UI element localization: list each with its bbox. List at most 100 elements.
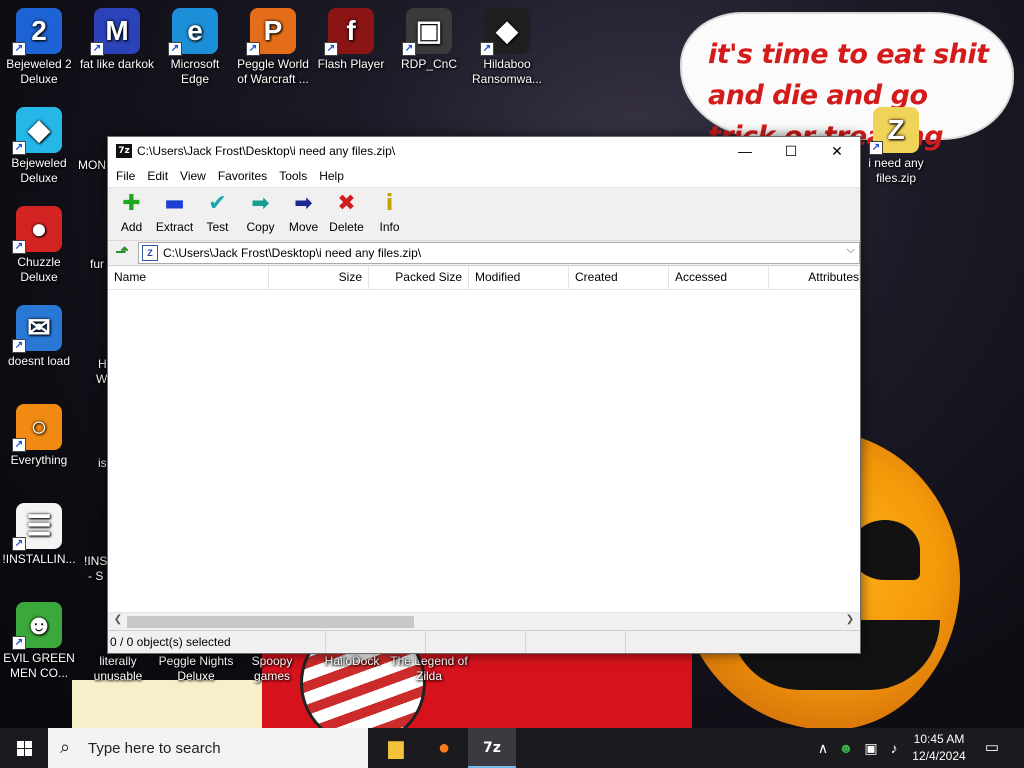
address-bar: ⬏ Z C:\Users\Jack Frost\Desktop\i need a… xyxy=(108,240,860,265)
desktop-icon-fat-like-darkok[interactable]: M ↗ fat like darkok xyxy=(79,8,155,72)
menu-file[interactable]: File xyxy=(110,169,141,183)
start-button[interactable] xyxy=(0,728,48,768)
move-button[interactable]: ➡ Move xyxy=(282,188,325,235)
desktop-icon-hildaboo-ransomwa[interactable]: ◆ ↗ Hildaboo Ransomwa... xyxy=(469,8,545,87)
add-icon: ✚ xyxy=(122,191,141,216)
status-bar: 0 / 0 object(s) selected xyxy=(108,630,860,653)
test-icon: ✔ xyxy=(208,191,227,216)
show-hidden-icons-button[interactable]: ∧ xyxy=(814,728,832,768)
clock-time: 10:45 AM xyxy=(913,732,965,746)
minimize-button[interactable]: — xyxy=(722,137,768,165)
menu-view[interactable]: View xyxy=(174,169,212,183)
scrollbar-thumb[interactable] xyxy=(127,616,414,628)
column-accessed[interactable]: Accessed xyxy=(669,266,769,289)
column-size[interactable]: Size xyxy=(269,266,369,289)
address-text: C:\Users\Jack Frost\Desktop\i need any f… xyxy=(163,246,422,260)
move-label: Move xyxy=(288,220,319,234)
7zip-icon[interactable]: 7z xyxy=(468,728,516,768)
clock[interactable]: 10:45 AM 12/4/2024 xyxy=(904,731,974,765)
menu-edit[interactable]: Edit xyxy=(141,169,174,183)
app-icon: ▣ ↗ xyxy=(402,8,452,56)
delete-icon: ✖ xyxy=(337,191,356,216)
desktop-icon-label: Flash Player xyxy=(317,57,385,71)
desktop-icon-label: doesnt load xyxy=(7,354,71,368)
desktop-icon-peggle-nights[interactable]: Peggle Nights Deluxe xyxy=(156,654,236,684)
status-cell-2 xyxy=(326,631,426,653)
app-icon: M ↗ xyxy=(90,8,140,56)
desktop-icon-label: Bejeweled 2 Deluxe xyxy=(6,57,72,86)
column-created[interactable]: Created xyxy=(569,266,669,289)
desktop-icon-hallodock[interactable]: HalloDock xyxy=(314,654,390,669)
shortcut-arrow-icon: ↗ xyxy=(168,42,182,56)
title-bar[interactable]: 7z C:\Users\Jack Frost\Desktop\i need an… xyxy=(108,137,860,165)
info-button[interactable]: i Info xyxy=(368,188,411,235)
scroll-left-icon[interactable]: ❮ xyxy=(110,614,126,625)
column-packed-size[interactable]: Packed Size xyxy=(369,266,469,289)
extract-button[interactable]: ▬ Extract xyxy=(153,188,196,235)
copy-button[interactable]: ➡ Copy xyxy=(239,188,282,235)
windows-logo-icon xyxy=(17,741,24,748)
desktop-icon-installin[interactable]: ☰ ↗ !INSTALLIN... xyxy=(1,503,77,567)
desktop-icon-microsoft-edge[interactable]: e ↗ Microsoft Edge xyxy=(157,8,233,87)
desktop-icon-i-need-any-files-zip[interactable]: Z ↗ i need any files.zip xyxy=(858,107,934,186)
desktop-icon-chuzzle-deluxe[interactable]: ● ↗ Chuzzle Deluxe xyxy=(1,206,77,285)
column-headers: Name Size Packed Size Modified Created A… xyxy=(108,266,860,290)
desktop-icon-label: RDP_CnC xyxy=(400,57,457,71)
desktop-icon-label: Chuzzle Deluxe xyxy=(17,255,61,284)
volume-icon[interactable]: ♪ xyxy=(884,728,904,768)
desktop-icon-doesnt-load[interactable]: ✉ ↗ doesnt load xyxy=(1,305,77,369)
chevron-down-icon[interactable]: ⌵ xyxy=(847,244,855,257)
7zip-app-icon: 7z xyxy=(116,144,132,158)
desktop-icon-rdp-cnc[interactable]: ▣ ↗ RDP_CnC xyxy=(391,8,467,72)
desktop-icon-evil-green-men-co[interactable]: ☻ ↗ EVIL GREEN MEN CO... xyxy=(1,602,77,681)
app-icon: ☰ ↗ xyxy=(12,503,62,551)
shortcut-arrow-icon: ↗ xyxy=(90,42,104,56)
menu-tools[interactable]: Tools xyxy=(273,169,313,183)
desktop-icon-bejeweled-2-deluxe[interactable]: 2 ↗ Bejeweled 2 Deluxe xyxy=(1,8,77,87)
delete-button[interactable]: ✖ Delete xyxy=(325,188,368,235)
desktop-icon-spoopy-games[interactable]: Spoopy games xyxy=(236,654,308,684)
info-label: Info xyxy=(379,220,400,234)
app-icon: ○ ↗ xyxy=(12,404,62,452)
add-button[interactable]: ✚ Add xyxy=(110,188,153,235)
test-button[interactable]: ✔ Test xyxy=(196,188,239,235)
desktop-icon-literally-unusable[interactable]: literally unusable xyxy=(80,654,156,684)
shortcut-arrow-icon: ↗ xyxy=(12,438,26,452)
firefox-icon[interactable]: ● xyxy=(420,728,468,768)
taskbar: ⌕ Type here to search ▆ ● 7z ∧ ☻ ▣ ♪ 10:45… xyxy=(0,728,1024,768)
copy-icon: ➡ xyxy=(251,191,270,216)
desktop-icon-label: Hildaboo Ransomwa... xyxy=(471,57,543,86)
status-selection: 0 / 0 object(s) selected xyxy=(108,631,326,653)
desktop-icon-label: i need any files.zip xyxy=(868,156,924,185)
menu-help[interactable]: Help xyxy=(313,169,350,183)
column-name[interactable]: Name xyxy=(108,266,269,289)
up-folder-icon[interactable]: ⬏ xyxy=(112,243,132,263)
scroll-right-icon[interactable]: ❯ xyxy=(842,614,858,625)
info-icon: i xyxy=(385,191,394,216)
file-list[interactable]: Name Size Packed Size Modified Created A… xyxy=(108,265,860,630)
menu-bar: File Edit View Favorites Tools Help xyxy=(108,165,860,187)
horizontal-scrollbar[interactable]: ❮ ❯ xyxy=(108,612,860,630)
app-icon: P ↗ xyxy=(246,8,296,56)
extract-label: Extract xyxy=(155,220,194,234)
column-attributes[interactable]: Attributes xyxy=(769,266,860,289)
desktop-icon-flash-player[interactable]: f ↗ Flash Player xyxy=(313,8,389,72)
maximize-button[interactable]: ☐ xyxy=(768,137,814,165)
desktop-icon-everything[interactable]: ○ ↗ Everything xyxy=(1,404,77,468)
app-icon: Z ↗ xyxy=(869,107,919,155)
address-field[interactable]: Z C:\Users\Jack Frost\Desktop\i need any… xyxy=(138,242,860,264)
column-modified[interactable]: Modified xyxy=(469,266,569,289)
shortcut-arrow-icon: ↗ xyxy=(12,537,26,551)
file-explorer-icon[interactable]: ▆ xyxy=(372,728,420,768)
desktop-icon-label: fat like darkok xyxy=(79,57,155,71)
desktop-icon-peggle-world-of-warcraft[interactable]: P ↗ Peggle World of Warcraft ... xyxy=(235,8,311,87)
desktop-icon-bejeweled-deluxe[interactable]: ◆ ↗ Bejeweled Deluxe xyxy=(1,107,77,186)
notification-icon[interactable]: ▭ xyxy=(980,728,1004,768)
menu-favorites[interactable]: Favorites xyxy=(212,169,273,183)
shortcut-arrow-icon: ↗ xyxy=(12,42,26,56)
taskbar-search[interactable]: ⌕ Type here to search xyxy=(48,728,368,768)
desktop-icon-legend-of-zilda[interactable]: The Legend of Zilda xyxy=(390,654,468,684)
close-button[interactable]: ✕ xyxy=(814,137,860,165)
people-icon[interactable]: ☻ xyxy=(836,728,856,768)
network-icon[interactable]: ▣ xyxy=(860,728,882,768)
